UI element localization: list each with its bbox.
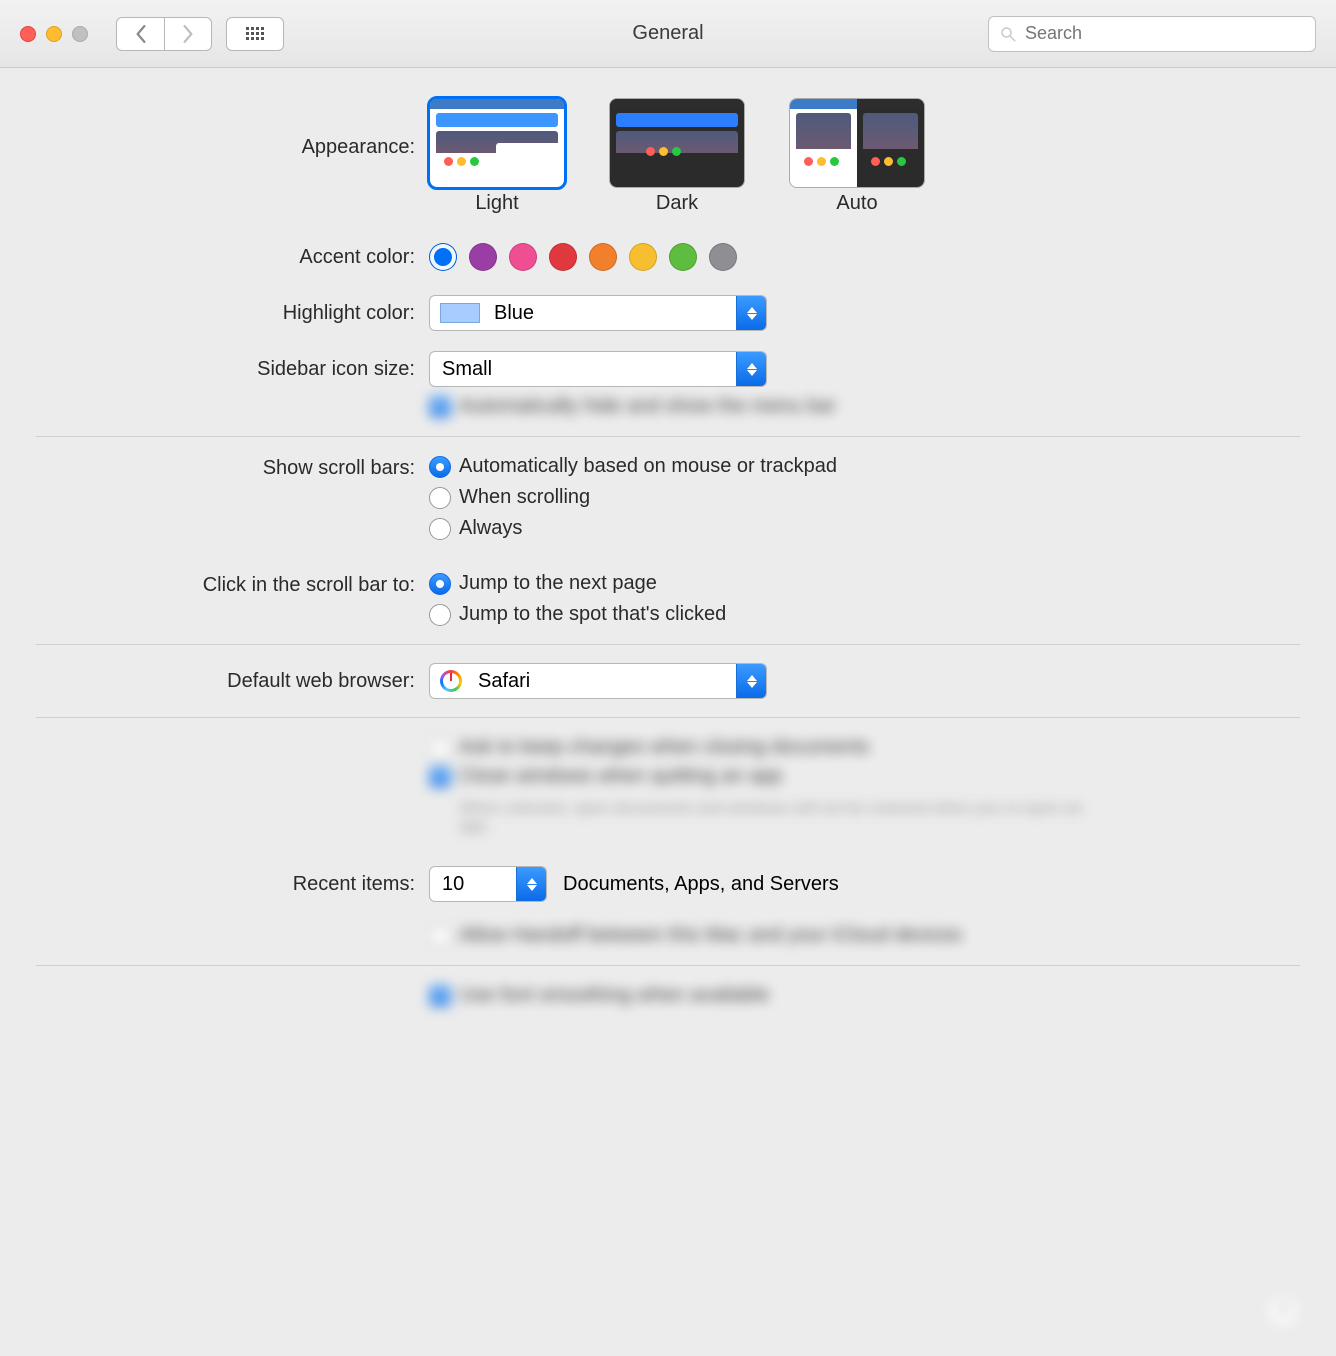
scrollbars-option-label: Automatically based on mouse or trackpad xyxy=(459,455,837,478)
handoff-checkbox[interactable] xyxy=(429,925,451,947)
recent-suffix: Documents, Apps, and Servers xyxy=(563,873,839,896)
grid-icon xyxy=(246,27,264,40)
search-icon xyxy=(999,25,1017,43)
accent-swatches xyxy=(429,243,1300,271)
radio-icon xyxy=(429,518,451,540)
help-button[interactable]: ? xyxy=(1266,1294,1300,1328)
preferences-content: Appearance: Light Dark xyxy=(0,68,1336,1007)
scrollbars-option[interactable]: Always xyxy=(429,517,837,540)
clickscroll-option-label: Jump to the spot that's clicked xyxy=(459,603,726,626)
back-button[interactable] xyxy=(116,17,164,51)
minimize-icon[interactable] xyxy=(46,26,62,42)
search-field[interactable] xyxy=(988,16,1316,52)
radio-icon xyxy=(429,604,451,626)
compass-icon xyxy=(440,670,462,692)
radio-icon xyxy=(429,487,451,509)
accent-swatch[interactable] xyxy=(549,243,577,271)
accent-swatch[interactable] xyxy=(709,243,737,271)
highlight-label: Highlight color: xyxy=(36,302,429,325)
accent-swatch[interactable] xyxy=(589,243,617,271)
clickscroll-option-label: Jump to the next page xyxy=(459,572,657,595)
highlight-swatch xyxy=(440,303,480,323)
window-title: General xyxy=(632,22,703,45)
close-icon[interactable] xyxy=(20,26,36,42)
appearance-option-light[interactable]: Light xyxy=(429,98,565,215)
preferences-window: General Appearance: Light xyxy=(0,0,1336,1356)
font-smoothing-label: Use font smoothing when available xyxy=(459,984,769,1007)
recent-select[interactable]: 10 xyxy=(429,866,547,902)
accent-swatch[interactable] xyxy=(669,243,697,271)
clickscroll-option[interactable]: Jump to the spot that's clicked xyxy=(429,603,726,626)
browser-label: Default web browser: xyxy=(36,670,429,693)
search-input[interactable] xyxy=(1025,23,1305,44)
scrollbars-option-label: Always xyxy=(459,517,522,540)
appearance-option-auto[interactable]: Auto xyxy=(789,98,925,215)
accent-swatch[interactable] xyxy=(509,243,537,271)
scrollbars-label: Show scroll bars: xyxy=(36,455,429,480)
chevron-updown-icon xyxy=(736,352,766,386)
ask-keep-label: Ask to keep changes when closing documen… xyxy=(459,736,869,759)
accent-swatch[interactable] xyxy=(469,243,497,271)
clickscroll-label: Click in the scroll bar to: xyxy=(36,572,429,597)
menubar-hide-label: Automatically hide and show the menu bar xyxy=(459,395,836,418)
scrollbars-option[interactable]: When scrolling xyxy=(429,486,837,509)
browser-select[interactable]: Safari xyxy=(429,663,767,699)
radio-icon xyxy=(429,456,451,478)
accent-label: Accent color: xyxy=(36,246,429,269)
handoff-label: Allow Handoff between this Mac and your … xyxy=(459,924,962,947)
radio-icon xyxy=(429,573,451,595)
titlebar: General xyxy=(0,0,1336,68)
window-controls xyxy=(20,26,88,42)
scrollbars-option-label: When scrolling xyxy=(459,486,590,509)
zoom-icon xyxy=(72,26,88,42)
accent-swatch[interactable] xyxy=(429,243,457,271)
menubar-hide-checkbox[interactable] xyxy=(429,396,451,418)
close-windows-checkbox[interactable] xyxy=(429,766,451,788)
forward-button[interactable] xyxy=(164,17,212,51)
show-all-button[interactable] xyxy=(226,17,284,51)
close-windows-label: Close windows when quitting an app xyxy=(459,765,783,788)
clickscroll-option[interactable]: Jump to the next page xyxy=(429,572,726,595)
highlight-select[interactable]: Blue xyxy=(429,295,767,331)
chevron-updown-icon xyxy=(736,296,766,330)
sidebar-size-label: Sidebar icon size: xyxy=(36,358,429,381)
recent-label: Recent items: xyxy=(36,873,429,896)
appearance-label: Appearance: xyxy=(36,98,429,159)
chevron-updown-icon xyxy=(736,664,766,698)
ask-keep-checkbox[interactable] xyxy=(429,737,451,759)
sidebar-size-select[interactable]: Small xyxy=(429,351,767,387)
font-smoothing-checkbox[interactable] xyxy=(429,985,451,1007)
close-windows-note: When selected, open documents and window… xyxy=(459,800,1099,836)
accent-swatch[interactable] xyxy=(629,243,657,271)
scrollbars-option[interactable]: Automatically based on mouse or trackpad xyxy=(429,455,837,478)
appearance-option-dark[interactable]: Dark xyxy=(609,98,745,215)
chevron-updown-icon xyxy=(516,867,546,901)
